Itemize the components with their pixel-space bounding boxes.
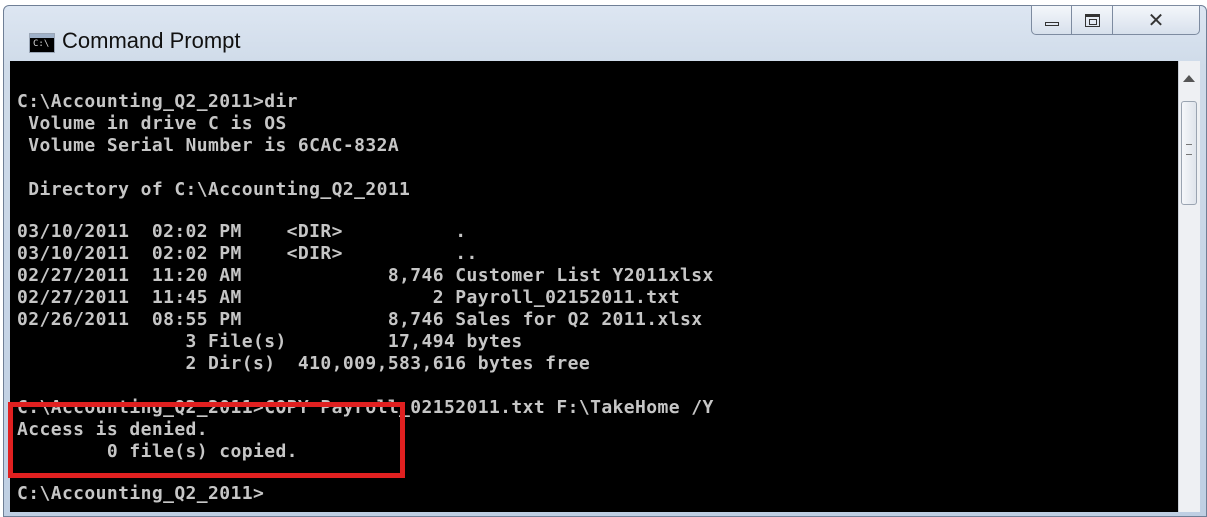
maximize-button[interactable]	[1071, 5, 1113, 35]
scroll-thumb[interactable]	[1181, 101, 1197, 205]
close-button[interactable]: ✕	[1112, 5, 1200, 35]
minimize-button[interactable]	[1031, 5, 1072, 35]
console-line: 02/27/2011 11:45 AM 2 Payroll_02152011.t…	[17, 287, 680, 308]
console-prompt: C:\Accounting_Q2_2011>	[17, 483, 265, 504]
cmd-icon-glyph: C:\	[33, 39, 50, 49]
console-line: Volume Serial Number is 6CAC-832A	[17, 135, 400, 156]
console-line: Volume in drive C is OS	[17, 113, 287, 134]
console-line: 3 File(s) 17,494 bytes	[17, 331, 523, 352]
minimize-icon	[1044, 22, 1059, 26]
cmd-icon: C:\	[29, 33, 55, 53]
maximize-icon	[1084, 13, 1100, 27]
error-highlight-box	[8, 402, 405, 478]
console-line: 2 Dir(s) 410,009,583,616 bytes free	[17, 353, 591, 374]
console-line: C:\Accounting_Q2_2011>dir	[17, 91, 298, 112]
window-title: Command Prompt	[62, 28, 241, 53]
console-line: 02/26/2011 08:55 PM 8,746 Sales for Q2 2…	[17, 309, 703, 330]
console-line: Directory of C:\Accounting_Q2_2011	[17, 179, 411, 200]
close-icon: ✕	[1147, 8, 1165, 32]
console-line: 03/10/2011 02:02 PM <DIR> ..	[17, 243, 478, 264]
vertical-scrollbar[interactable]	[1178, 61, 1200, 512]
console-line: 03/10/2011 02:02 PM <DIR> .	[17, 221, 467, 242]
title-bar[interactable]: C:\ Command Prompt ✕	[4, 5, 1206, 64]
console-line: 02/27/2011 11:20 AM 8,746 Customer List …	[17, 265, 714, 286]
scroll-up-icon[interactable]	[1183, 75, 1195, 82]
